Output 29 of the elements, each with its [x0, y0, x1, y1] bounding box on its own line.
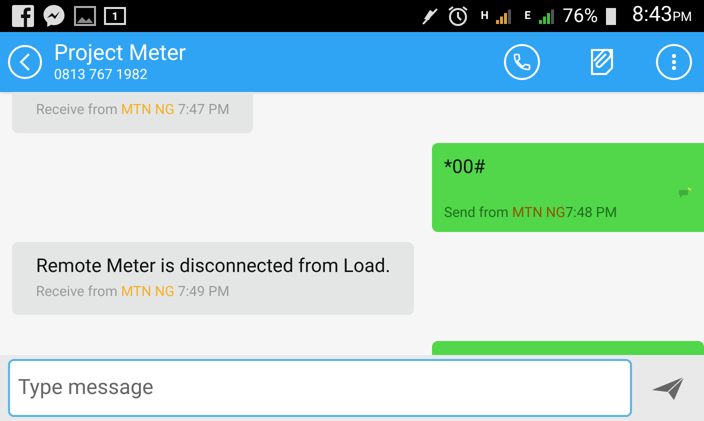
back-button[interactable] [8, 45, 42, 79]
calendar-icon: 1 [104, 7, 126, 25]
signal-icon [538, 8, 555, 24]
more-options-button[interactable] [656, 44, 692, 80]
message-meta: Receive from MTN NG 7:49 PM [36, 283, 230, 302]
chat-bubble-icon [42, 4, 66, 28]
message-status-icon [678, 187, 692, 199]
image-icon [74, 6, 96, 26]
message-input[interactable]: Type message [8, 359, 632, 417]
clock-suffix: PM [672, 9, 692, 28]
signal-icon [496, 8, 512, 24]
message-meta: Send from MTN NG7:48 PM [444, 204, 618, 223]
contact-name: Project Meter [54, 40, 186, 67]
message-text: *00# [444, 155, 486, 179]
network-type: H [480, 8, 488, 24]
clock: 8:43 [632, 2, 672, 30]
network-type: E [524, 8, 531, 24]
f-logo-icon [12, 5, 34, 27]
call-button[interactable] [504, 44, 540, 80]
phone-icon [512, 52, 532, 72]
send-icon [651, 375, 685, 401]
alarm-icon [446, 5, 469, 27]
contact-number: 0813 767 1982 [54, 67, 148, 84]
chevron-left-icon [19, 53, 31, 71]
battery-icon [606, 8, 616, 24]
battery-percent: 76% [562, 2, 598, 29]
message-meta: Receive from MTN NG 7:47 PM [36, 101, 230, 120]
message-text: Remote Meter is disconnected from Load. [36, 254, 390, 278]
menu-dots-icon [672, 54, 676, 70]
